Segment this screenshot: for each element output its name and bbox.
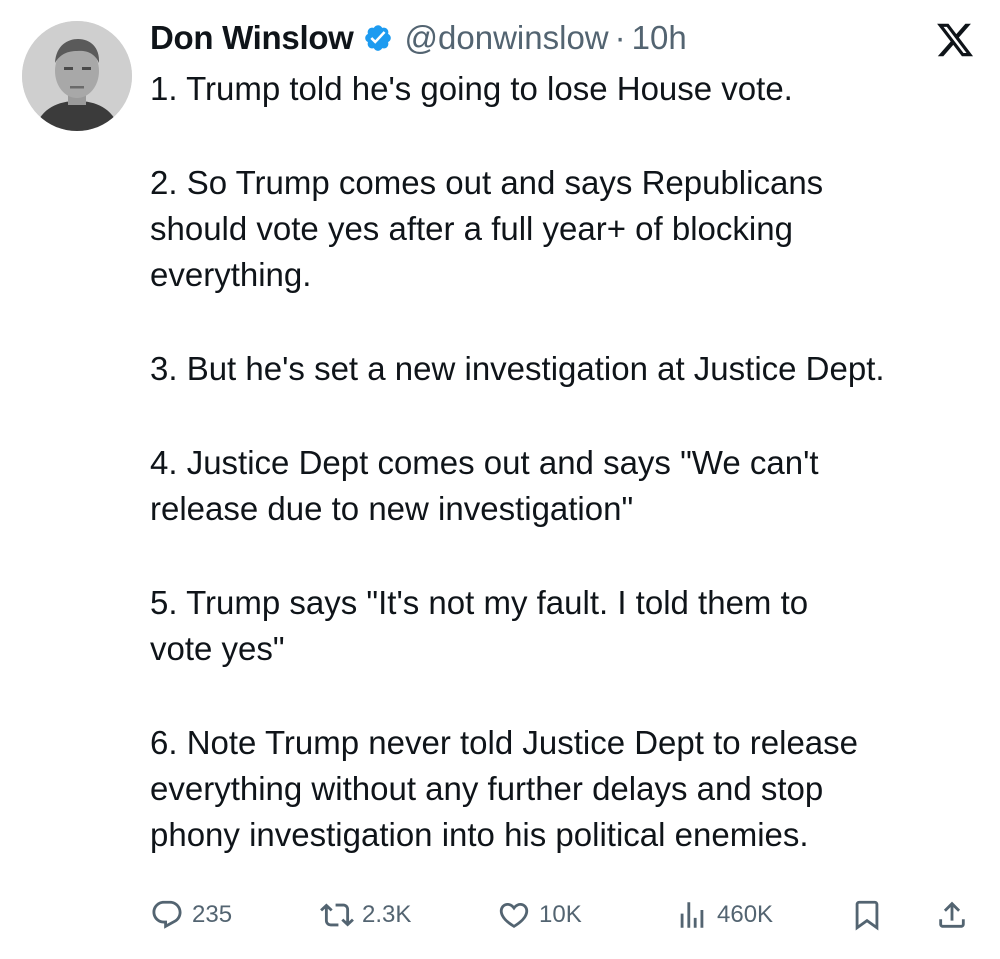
reply-button[interactable]: 235	[150, 890, 232, 940]
author-name[interactable]: Don Winslow	[150, 19, 354, 57]
views-icon	[675, 898, 709, 932]
action-bar: 235 2.3K 10K 460K	[150, 890, 980, 940]
reply-icon	[150, 898, 184, 932]
post-paragraph-5: 5. Trump says "It's not my fault. I told…	[150, 584, 809, 667]
post-header: Don Winslow @donwinslow · 10h	[150, 16, 687, 60]
heart-icon	[497, 898, 531, 932]
like-button[interactable]: 10K	[497, 890, 582, 940]
bookmark-icon	[850, 898, 884, 932]
post-paragraph-6: 6. Note Trump never told Justice Dept to…	[150, 724, 859, 853]
x-logo-icon	[935, 20, 975, 60]
share-button[interactable]	[935, 890, 969, 940]
post-paragraph-1: 1. Trump told he's going to lose House v…	[150, 70, 793, 107]
author-handle[interactable]: @donwinslow	[405, 19, 609, 57]
post-text: 1. Trump told he's going to lose House v…	[150, 66, 990, 858]
post-timestamp[interactable]: 10h	[632, 19, 687, 57]
view-count: 460K	[717, 901, 774, 928]
like-count: 10K	[539, 901, 582, 928]
repost-count: 2.3K	[362, 901, 412, 928]
reply-count: 235	[192, 901, 233, 928]
bookmark-button[interactable]	[850, 890, 884, 940]
repost-button[interactable]: 2.3K	[320, 890, 411, 940]
profile-photo-icon	[22, 21, 132, 131]
repost-icon	[320, 898, 354, 932]
post-paragraph-4: 4. Justice Dept comes out and says "We c…	[150, 444, 819, 527]
avatar[interactable]	[22, 21, 132, 131]
share-icon	[935, 898, 969, 932]
verified-badge-icon	[363, 23, 393, 53]
post-paragraph-3: 3. But he's set a new investigation at J…	[150, 350, 885, 387]
post-paragraph-2: 2. So Trump comes out and says Republica…	[150, 164, 824, 293]
views-button[interactable]: 460K	[675, 890, 773, 940]
separator-dot: ·	[614, 19, 626, 56]
